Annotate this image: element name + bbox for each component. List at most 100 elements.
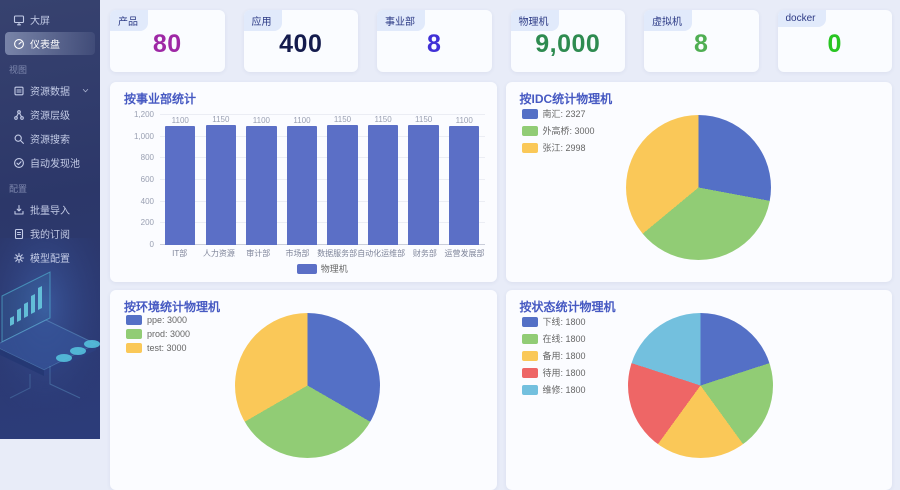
legend-item[interactable]: 备用: 1800 xyxy=(522,349,586,362)
bar-value-label: 1100 xyxy=(253,116,270,125)
gear-icon xyxy=(13,252,25,264)
bar-slot: 1100 xyxy=(241,115,282,245)
stat-card-value: 80 xyxy=(110,30,225,59)
sidebar-item-label: 自动发现池 xyxy=(30,155,80,170)
main-content: 产品80应用400事业部8物理机9,000虚拟机8docker0 按事业部统计 … xyxy=(100,0,900,439)
stat-card-label: 物理机 xyxy=(511,10,559,31)
y-axis-label: 1,000 xyxy=(124,132,154,141)
legend-item[interactable]: ppe: 3000 xyxy=(126,315,190,325)
pie-legend: 南汇: 2327 外高桥: 3000 张江: 2998 xyxy=(522,107,595,158)
sidebar-item-10[interactable]: 模型配置 xyxy=(5,246,95,269)
stat-card-5[interactable]: docker0 xyxy=(778,10,893,72)
legend-label: test: 3000 xyxy=(147,343,187,353)
stats-row: 产品80 应用400 事业部8 物理机9,000 虚拟机8 docker0 xyxy=(110,10,892,72)
bar xyxy=(327,125,357,245)
panel-title: 按IDC统计物理机 xyxy=(520,90,893,107)
bar-slot: 1100 xyxy=(282,115,323,245)
sidebar-item-8[interactable]: 批量导入 xyxy=(5,198,95,221)
stat-card-label: 产品 xyxy=(110,10,148,31)
panel-env-pie: 按环境统计物理机 ppe: 3000prod: 3000test: 3000 xyxy=(110,290,497,490)
sidebar-nav: 大屏仪表盘视图资源数据资源层级资源搜索自动发现池配置批量导入我的订阅模型配置 xyxy=(0,0,100,269)
legend-color-chip xyxy=(522,385,538,395)
bar-slot: 1150 xyxy=(322,115,363,245)
sidebar-item-label: 资源搜索 xyxy=(30,131,70,146)
panel-status-pie: 按状态统计物理机 下线: 1800在线: 1800备用: 1800待用: 180… xyxy=(506,290,893,490)
stat-card-label: 应用 xyxy=(244,10,282,31)
sidebar-item-label: 批量导入 xyxy=(30,202,70,217)
pie-legend: ppe: 3000 prod: 3000 test: 3000 xyxy=(126,315,190,357)
discovery-icon xyxy=(13,157,25,169)
legend-item[interactable]: 物理机 xyxy=(160,262,485,275)
sidebar-section-label: 配置 xyxy=(0,175,100,197)
legend-item[interactable]: 外高桥: 3000 xyxy=(522,124,595,137)
legend-item[interactable]: 待用: 1800 xyxy=(522,366,586,379)
legend-item[interactable]: test: 3000 xyxy=(126,343,190,353)
legend-item[interactable]: 维修: 1800 xyxy=(522,383,586,396)
stat-card-3[interactable]: 物理机9,000 xyxy=(511,10,626,72)
legend-label: 张江: 2998 xyxy=(543,141,586,154)
legend-color-chip xyxy=(522,317,538,327)
sidebar-item-4[interactable]: 资源层级 xyxy=(5,103,95,126)
sidebar-item-6[interactable]: 自动发现池 xyxy=(5,151,95,174)
x-axis-label: 市场部 xyxy=(278,248,317,259)
subscription-icon xyxy=(13,228,25,240)
legend-color-chip xyxy=(522,143,538,153)
list-icon xyxy=(13,85,25,97)
sidebar-section-label: 视图 xyxy=(0,56,100,78)
stat-card-label: docker xyxy=(778,10,826,27)
bar-value-label: 1150 xyxy=(415,115,432,124)
y-axis-label: 1,200 xyxy=(124,110,154,119)
bar xyxy=(449,126,479,245)
bars-area: 1100 1150 1100 1100 1150 1150 1150 1100 xyxy=(160,115,485,245)
bar-value-label: 1150 xyxy=(334,115,351,124)
stat-card-label: 虚拟机 xyxy=(644,10,692,31)
stat-card-0[interactable]: 产品80 xyxy=(110,10,225,72)
bar-chart: 02004006008001,0001,20011001150110011001… xyxy=(124,115,485,245)
pie-chart xyxy=(628,313,773,458)
legend-label: 外高桥: 3000 xyxy=(543,124,595,137)
bar-value-label: 1150 xyxy=(374,115,391,124)
sidebar-item-label: 我的订阅 xyxy=(30,226,70,241)
legend-item[interactable]: 下线: 1800 xyxy=(522,315,586,328)
sidebar: 大屏仪表盘视图资源数据资源层级资源搜索自动发现池配置批量导入我的订阅模型配置 xyxy=(0,0,100,439)
sidebar-item-5[interactable]: 资源搜索 xyxy=(5,127,95,150)
panels-grid: 按事业部统计 02004006008001,0001,2001100115011… xyxy=(110,82,892,490)
legend-color-chip xyxy=(522,109,538,119)
x-axis-label: 人力资源 xyxy=(199,248,238,259)
sidebar-item-3[interactable]: 资源数据 xyxy=(5,79,95,102)
legend-color-chip xyxy=(126,343,142,353)
stat-card-1[interactable]: 应用400 xyxy=(244,10,359,72)
screen-icon xyxy=(13,14,25,26)
sidebar-item-label: 资源层级 xyxy=(30,107,70,122)
sidebar-item-label: 仪表盘 xyxy=(30,36,60,51)
bar-value-label: 1100 xyxy=(293,116,310,125)
hierarchy-icon xyxy=(13,109,25,121)
stat-card-value: 400 xyxy=(244,30,359,59)
y-axis-label: 400 xyxy=(124,197,154,206)
legend-label: 物理机 xyxy=(321,262,348,275)
legend-item[interactable]: 张江: 2998 xyxy=(522,141,595,154)
legend-color-chip xyxy=(522,334,538,344)
legend-item[interactable]: 在线: 1800 xyxy=(522,332,586,345)
x-axis-label: 数据服务部 xyxy=(317,248,357,259)
y-axis-label: 200 xyxy=(124,218,154,227)
dashboard-icon xyxy=(13,38,25,50)
bar-slot: 1100 xyxy=(444,115,485,245)
stat-card-2[interactable]: 事业部8 xyxy=(377,10,492,72)
stat-card-4[interactable]: 虚拟机8 xyxy=(644,10,759,72)
sidebar-item-9[interactable]: 我的订阅 xyxy=(5,222,95,245)
legend-color-chip xyxy=(522,368,538,378)
pie-legend: 下线: 1800 在线: 1800 备用: 1800 待用: 1800 维修: 1800 xyxy=(522,315,586,400)
legend-item[interactable]: 南汇: 2327 xyxy=(522,107,595,120)
search-icon xyxy=(13,133,25,145)
bar-slot: 1150 xyxy=(363,115,404,245)
bar xyxy=(287,126,317,245)
bar-slot: 1150 xyxy=(201,115,242,245)
legend-color-chip xyxy=(297,264,317,274)
sidebar-item-1[interactable]: 仪表盘 xyxy=(5,32,95,55)
panel-idc-pie: 按IDC统计物理机 南汇: 2327 外高桥: 3000 张江: 2998 xyxy=(506,82,893,282)
legend-item[interactable]: prod: 3000 xyxy=(126,329,190,339)
sidebar-item-0[interactable]: 大屏 xyxy=(5,8,95,31)
bar-value-label: 1100 xyxy=(172,116,189,125)
legend-label: prod: 3000 xyxy=(147,329,190,339)
